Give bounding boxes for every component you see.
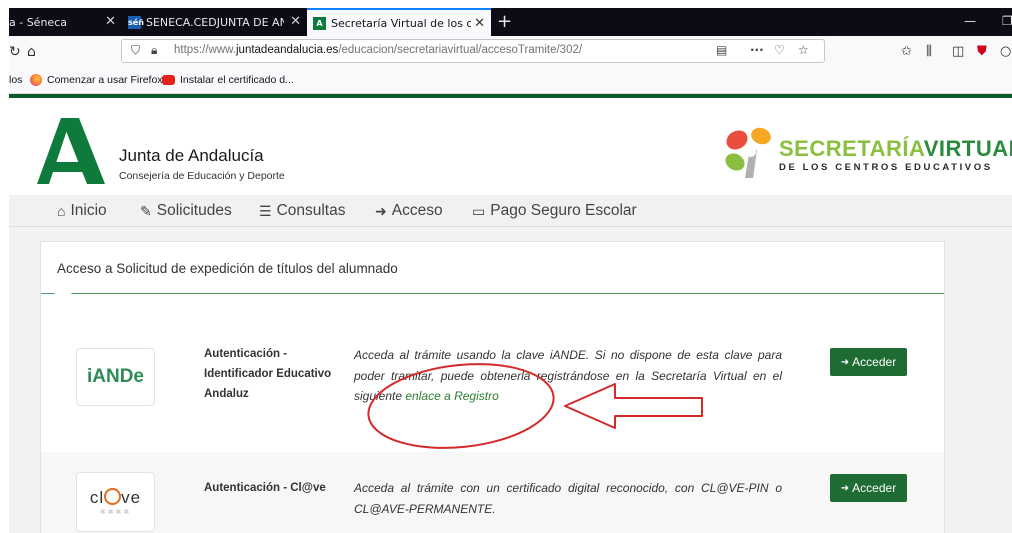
main-menu: ⌂ Inicio ✎ Solicitudes ☰ Consultas ➜ Acceso … — [9, 195, 1012, 227]
clave-logo: cl ve ✱✱✱✱ — [76, 472, 155, 532]
bookmark-folder[interactable]: los — [9, 74, 22, 86]
method-title: Autenticación - Identificador Educativo … — [204, 348, 332, 400]
brand-title[interactable]: Junta de Andalucía — [119, 146, 264, 166]
bookmark-certificado[interactable]: Instalar el certificado d... — [162, 74, 294, 86]
tab-label: Secretaría Virtual de los centros — [331, 16, 471, 30]
shield-icon[interactable]: ⛉ — [131, 43, 140, 58]
menu-item-consultas[interactable]: ☰ Consultas — [259, 202, 346, 220]
menu-item-solicitudes[interactable]: ✎ Solicitudes — [140, 202, 232, 220]
minimize-icon[interactable]: — — [964, 14, 976, 28]
close-icon[interactable]: ✕ — [474, 16, 485, 31]
secretaria-virtual-title[interactable]: SECRETARÍAVIRTUAL — [779, 136, 1012, 162]
method-title: Autenticación - Cl@ve — [204, 482, 326, 494]
clave-at-icon — [104, 488, 122, 505]
sign-in-icon: ➜ — [375, 202, 387, 219]
method-description: Acceda al trámite usando la clave iANDE.… — [354, 348, 782, 403]
url-bar[interactable]: ⛉ 🔒︎ https://www.juntadeandalucia.es/edu… — [121, 39, 825, 63]
acceder-button-clave[interactable]: ➜ Acceder — [830, 474, 907, 502]
navigation-bar: ↻ ⌂ ⛉ 🔒︎ https://www.juntadeandalucia.es… — [9, 36, 1012, 68]
secretaria-virtual-logo-icon[interactable] — [723, 124, 779, 180]
reader-view-icon[interactable]: ▤ — [716, 43, 727, 57]
tab-seneca[interactable]: a - Séneca ✕ — [9, 8, 122, 36]
url-text[interactable]: https://www.juntadeandalucia.es/educacio… — [174, 44, 582, 56]
bookmarks-bar: los Comenzar a usar Firefox Instalar el … — [9, 68, 1012, 94]
restore-icon[interactable]: ❐ — [1002, 14, 1012, 28]
youtube-icon — [162, 75, 175, 85]
reload-icon[interactable]: ↻ — [9, 44, 21, 60]
auth-method-iande: iANDe Autenticación - Identificador Educ… — [41, 294, 944, 453]
junta-andalucia-logo-icon[interactable] — [37, 118, 107, 184]
auth-method-clave: cl ve ✱✱✱✱ Autenticación - Cl@ve Acceda a… — [41, 452, 944, 533]
pocket-toolbar-icon[interactable]: ⛊ — [977, 44, 987, 59]
tab-bar: a - Séneca ✕ séñ SENECA.CEDJUNTA DE ANDA… — [9, 8, 1012, 36]
credit-card-icon: ▭ — [472, 202, 486, 219]
sign-in-icon: ➜ — [840, 356, 850, 368]
iande-logo: iANDe — [76, 348, 155, 406]
page-actions-menu-icon[interactable]: ··· — [750, 43, 764, 57]
lock-icon: 🔒︎ — [151, 43, 158, 57]
home-icon: ⌂ — [57, 203, 66, 219]
tab-secretaria-virtual[interactable]: A Secretaría Virtual de los centros ✕ — [307, 8, 491, 36]
firefox-icon — [30, 74, 42, 86]
library-icon[interactable]: ⫼ — [926, 44, 932, 59]
menu-item-pago-seguro-escolar[interactable]: ▭ Pago Seguro Escolar — [472, 202, 637, 220]
access-panel: Acceso a Solicitud de expedición de títu… — [40, 241, 945, 533]
menu-item-inicio[interactable]: ⌂ Inicio — [57, 202, 107, 220]
tab-label: a - Séneca — [9, 15, 67, 29]
list-icon: ☰ — [259, 202, 272, 219]
pencil-icon: ✎ — [140, 202, 152, 219]
close-icon[interactable]: ✕ — [290, 14, 301, 29]
site-header: Junta de Andalucía Consejería de Educaci… — [9, 98, 1012, 195]
bookmarks-star-icon[interactable]: ✩ — [901, 44, 912, 59]
pocket-icon[interactable]: ♡ — [774, 43, 785, 57]
panel-title: Acceso a Solicitud de expedición de títu… — [57, 261, 398, 276]
tab-label: SENECA.CEDJUNTA DE ANDA — [146, 15, 284, 29]
menu-item-acceso[interactable]: ➜ Acceso — [375, 202, 443, 220]
registro-link[interactable]: enlace a Registro — [405, 389, 498, 403]
method-description: Acceda al trámite con un certificado dig… — [354, 481, 782, 516]
secretaria-virtual-subtitle: DE LOS CENTROS EDUCATIVOS — [779, 162, 993, 173]
tab-seneca-ced[interactable]: séñ SENECA.CEDJUNTA DE ANDA ✕ — [122, 8, 307, 36]
junta-favicon-icon: A — [313, 16, 326, 30]
seneca-favicon-icon: séñ — [128, 15, 144, 29]
close-icon[interactable]: ✕ — [105, 14, 116, 29]
sign-in-icon: ➜ — [840, 482, 850, 494]
brand-subtitle: Consejería de Educación y Deporte — [119, 170, 285, 182]
sidebar-icon[interactable]: ◫ — [952, 44, 964, 59]
new-tab-button[interactable]: + — [497, 11, 512, 32]
acceder-button-iande[interactable]: ➜ Acceder — [830, 348, 907, 376]
bookmark-firefox[interactable]: Comenzar a usar Firefox — [30, 74, 163, 86]
home-icon[interactable]: ⌂ — [27, 44, 36, 60]
overflow-menu-icon[interactable]: ○ — [1000, 44, 1011, 59]
browser-window: a - Séneca ✕ séñ SENECA.CEDJUNTA DE ANDA… — [9, 8, 1012, 533]
bookmark-star-icon[interactable]: ☆ — [798, 43, 809, 57]
